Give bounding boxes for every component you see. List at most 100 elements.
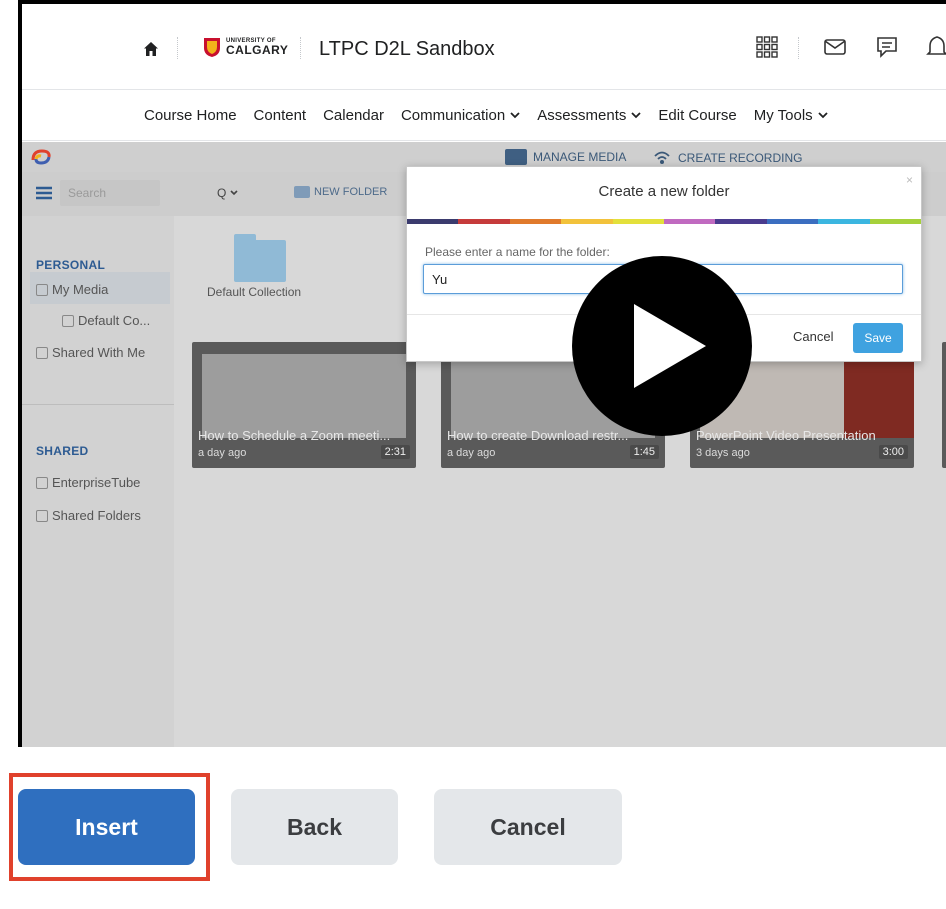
nav-calendar[interactable]: Calendar (323, 107, 384, 124)
chevron-down-icon (230, 190, 238, 196)
modal-cancel-button[interactable]: Cancel (793, 329, 833, 344)
broadcast-icon (654, 151, 670, 164)
sidebar-item-my-media[interactable]: My Media (36, 282, 108, 297)
play-button-overlay[interactable] (572, 256, 752, 436)
header-divider (177, 37, 178, 59)
chat-icon[interactable] (874, 34, 900, 60)
rainbow-segment (407, 219, 459, 224)
nav-course-home[interactable]: Course Home (144, 107, 237, 124)
sidebar-label: Default Co... (78, 313, 151, 328)
sidebar-label: Shared With Me (52, 345, 146, 360)
chevron-down-icon (818, 112, 828, 119)
search-filter-label: Q (217, 186, 227, 200)
play-icon (634, 304, 706, 388)
nav-edit-course[interactable]: Edit Course (658, 107, 736, 124)
bell-icon[interactable] (924, 34, 946, 60)
close-icon[interactable]: × (906, 173, 913, 187)
university-logo[interactable]: UNIVERSITY OF CALGARY (202, 36, 288, 58)
nav-content[interactable]: Content (254, 107, 307, 124)
sidebar-item-enterprisetube[interactable]: EnterpriseTube (36, 475, 140, 490)
video-thumbnail[interactable] (942, 342, 946, 468)
create-recording-label: CREATE RECORDING (678, 151, 803, 165)
folder-label: Default Collection (207, 285, 302, 299)
video-duration: 1:45 (629, 445, 659, 459)
new-folder-button[interactable]: NEW FOLDER (294, 186, 387, 198)
sidebar-item-shared-with-me[interactable]: Shared With Me (36, 345, 145, 360)
nav-my-tools[interactable]: My Tools (754, 107, 828, 124)
rainbow-segment (458, 219, 510, 224)
nav-label: Communication (400, 107, 506, 124)
sidebar-item-default-collection[interactable]: Default Co... (62, 313, 150, 328)
modal-save-button[interactable]: Save (853, 323, 903, 353)
course-title[interactable]: LTPC D2L Sandbox (319, 38, 495, 61)
kaltura-search-input[interactable]: Search (60, 180, 160, 206)
uc-shield-icon (204, 38, 220, 57)
nav-label: Assessments (537, 107, 627, 124)
back-button[interactable]: Back (231, 789, 398, 865)
d2l-header: UNIVERSITY OF CALGARY LTPC D2L Sandbox (22, 4, 946, 90)
rainbow-segment (509, 219, 562, 224)
shared-heading: SHARED (36, 444, 89, 458)
rainbow-divider (407, 219, 922, 224)
rainbow-segment (561, 219, 613, 224)
rainbow-segment (664, 219, 716, 224)
nav-label: Calendar (323, 107, 384, 124)
video-title: How to Schedule a Zoom meeti... (198, 428, 391, 443)
sidebar-label: Shared Folders (52, 508, 141, 523)
video-age: a day ago (447, 447, 496, 459)
chevron-down-icon (510, 112, 520, 119)
folder-icon (62, 314, 74, 327)
search-filter-dropdown[interactable]: Q (217, 186, 238, 200)
video-age: a day ago (198, 447, 247, 459)
home-icon (36, 283, 48, 296)
nav-label: Course Home (144, 107, 237, 124)
embedded-screenshot: UNIVERSITY OF CALGARY LTPC D2L Sandbox C… (18, 0, 946, 747)
rainbow-segment (869, 219, 922, 224)
video-thumbnail[interactable]: How to Schedule a Zoom meeti... a day ag… (192, 342, 416, 468)
sidebar-label: My Media (52, 282, 109, 297)
video-duration: 3:00 (878, 445, 908, 459)
kaltura-sidebar: PERSONAL My Media Default Co... Shared W… (22, 216, 174, 747)
folder-name-label: Please enter a name for the folder: (425, 245, 610, 259)
video-age: 3 days ago (696, 447, 750, 459)
course-navbar: Course Home Content Calendar Communicati… (22, 91, 946, 141)
kaltura-logo-icon (31, 149, 51, 165)
header-divider (300, 37, 301, 59)
personal-heading: PERSONAL (36, 258, 106, 272)
sidebar-item-shared-folders[interactable]: Shared Folders (36, 508, 141, 523)
video-duration: 2:31 (380, 445, 410, 459)
sidebar-label: EnterpriseTube (52, 475, 141, 490)
video-title: PowerPoint Video Presentation (696, 428, 876, 443)
folder-add-icon (294, 186, 310, 198)
rainbow-segment (715, 219, 767, 224)
new-folder-label: NEW FOLDER (314, 186, 388, 198)
media-icon (505, 149, 527, 165)
waffle-grid-icon[interactable] (754, 34, 780, 60)
mail-icon[interactable] (822, 34, 848, 60)
logo-big-text: CALGARY (226, 43, 289, 57)
insert-button[interactable]: Insert (18, 789, 195, 865)
nav-assessments[interactable]: Assessments (537, 107, 642, 124)
chevron-down-icon (631, 112, 642, 119)
manage-media-label: MANAGE MEDIA (533, 150, 627, 164)
folders-icon (36, 509, 48, 522)
home-icon[interactable] (142, 40, 160, 58)
rainbow-segment (612, 219, 665, 224)
nav-label: Edit Course (658, 107, 737, 124)
rainbow-segment (818, 219, 870, 224)
thumbnail-image (202, 354, 406, 438)
hamburger-menu-icon[interactable] (36, 186, 52, 200)
folder-icon[interactable] (234, 234, 286, 282)
nav-communication[interactable]: Communication (401, 107, 520, 124)
globe-icon (36, 476, 48, 489)
nav-label: Content (253, 107, 307, 124)
create-recording-button[interactable]: CREATE RECORDING (652, 149, 802, 167)
nav-label: My Tools (753, 107, 813, 124)
video-title: How to create Download restr... (447, 428, 629, 443)
header-divider (798, 37, 799, 59)
share-icon (36, 346, 48, 359)
cancel-button[interactable]: Cancel (434, 789, 622, 865)
rainbow-segment (766, 219, 819, 224)
sidebar-divider (22, 404, 174, 405)
manage-media-button[interactable]: MANAGE MEDIA (505, 149, 626, 165)
